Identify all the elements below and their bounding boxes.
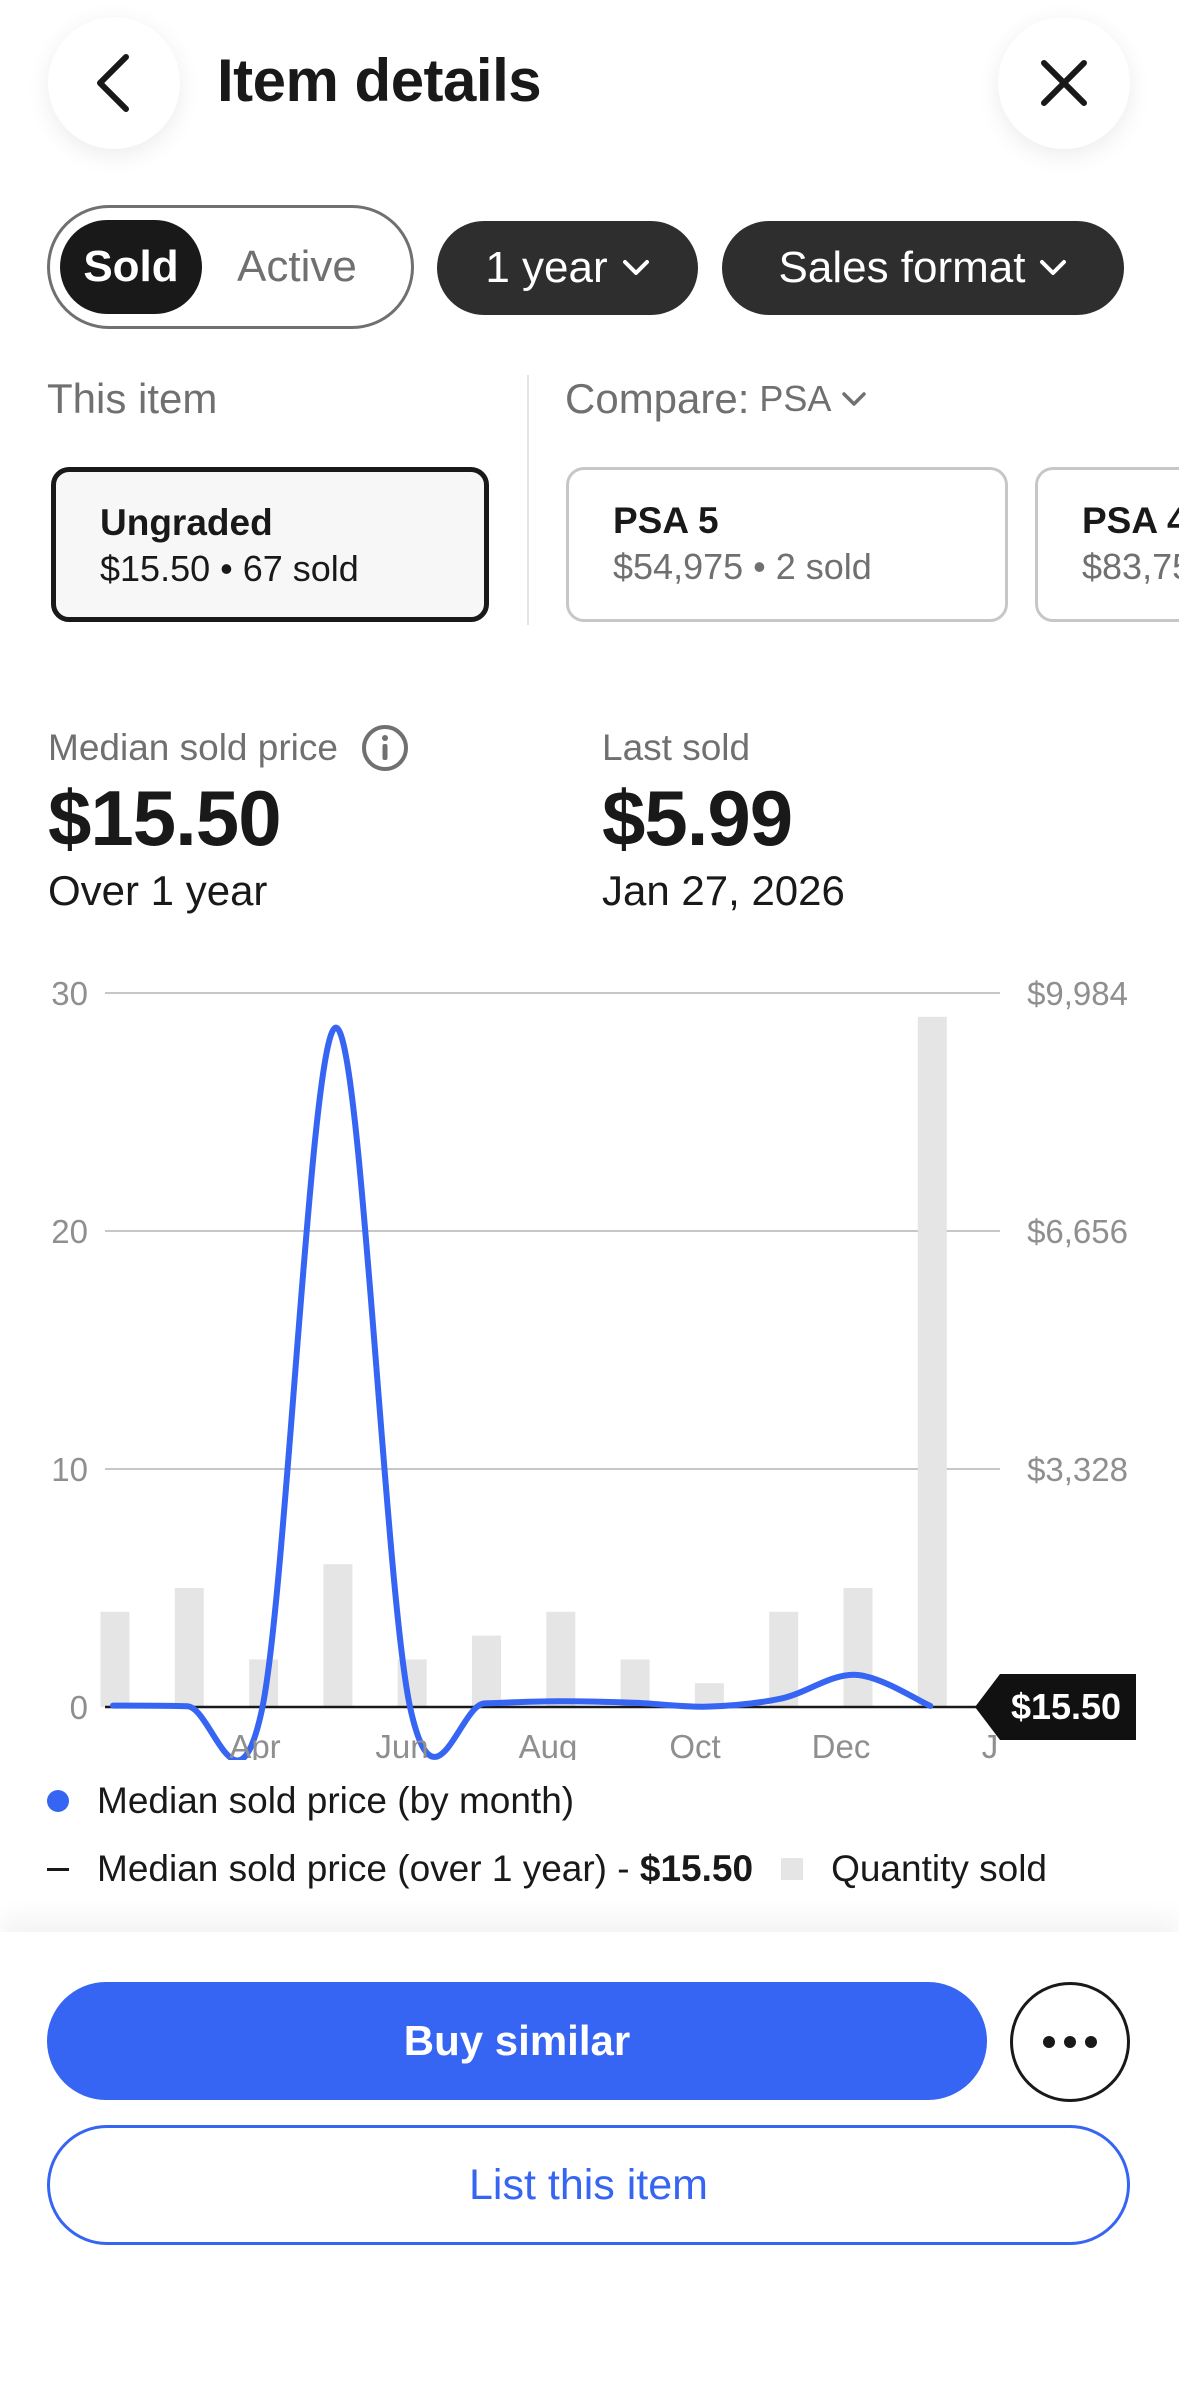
grade-card-psa-4[interactable]: PSA 4 $83,75 (1035, 467, 1179, 622)
median-tag-label: $15.50 (1011, 1686, 1121, 1727)
legend-dash-icon (47, 1867, 69, 1871)
y-tick-label: 0 (70, 1689, 88, 1726)
more-horizontal-icon (1043, 2036, 1097, 2048)
chevron-left-icon (97, 54, 129, 112)
x-tick-label: Apr (229, 1728, 280, 1760)
period-dropdown[interactable]: 1 year (437, 221, 698, 315)
x-tick-label: Dec (812, 1728, 871, 1760)
buy-similar-button[interactable]: Buy similar (47, 1982, 987, 2100)
filter-bar: Sold Active 1 year Sales format (0, 205, 1179, 329)
legend-median-value: $15.50 (639, 1848, 754, 1889)
legend-quantity-label: Quantity sold (831, 1848, 1048, 1889)
action-bar: Buy similar List this item (0, 1932, 1179, 2396)
last-sold-label: Last sold (602, 727, 751, 768)
last-sold-date: Jan 27, 2026 (602, 867, 845, 914)
median-period: Over 1 year (48, 867, 268, 914)
grade-card-psa-5[interactable]: PSA 5 $54,975 • 2 sold (566, 467, 1008, 622)
list-this-item-button[interactable]: List this item (47, 2125, 1130, 2245)
legend-line: Median sold price (by month) (47, 1780, 1167, 1822)
compare-label: Compare: (565, 375, 750, 422)
y-tick-label: 10 (51, 1451, 88, 1488)
bar-quantity (174, 1588, 204, 1707)
close-button[interactable] (998, 17, 1130, 149)
chevron-down-icon (842, 392, 867, 406)
info-icon[interactable] (360, 723, 410, 773)
divider (527, 375, 529, 625)
header: Item details (0, 0, 1179, 170)
median-label: Median sold price (48, 727, 338, 768)
card-subtitle: $15.50 • 67 sold (100, 548, 359, 589)
legend-median-qty: Median sold price (over 1 year) - $15.50… (47, 1848, 1167, 1890)
page-title: Item details (217, 47, 542, 114)
bar-quantity (100, 1611, 130, 1707)
y2-tick-label: $3,328 (1027, 1451, 1128, 1488)
segment-sold[interactable]: Sold (60, 220, 202, 314)
median-stat: Median sold price $15.50 Over 1 year (48, 725, 410, 915)
median-value: $15.50 (48, 774, 282, 862)
back-button[interactable] (48, 17, 180, 149)
more-button[interactable] (1010, 1982, 1130, 2102)
compare-section: This item Compare: PSA Ungraded $15.50 •… (0, 375, 1179, 625)
period-label: 1 year (485, 243, 608, 292)
last-sold-value: $5.99 (602, 774, 793, 862)
bar-quantity (843, 1588, 873, 1707)
legend-dot-icon (47, 1790, 69, 1812)
bar-quantity (323, 1564, 353, 1707)
sales-format-dropdown[interactable]: Sales format (722, 221, 1124, 315)
y-tick-label: 20 (51, 1213, 88, 1250)
card-subtitle: $54,975 • 2 sold (613, 546, 872, 587)
chevron-down-icon (622, 260, 649, 275)
legend-square-icon (781, 1858, 804, 1880)
grade-card-ungraded[interactable]: Ungraded $15.50 • 67 sold (51, 467, 489, 622)
x-tick-label: Oct (669, 1728, 720, 1760)
x-tick-label: Aug (519, 1728, 578, 1760)
sold-active-toggle: Sold Active (47, 205, 414, 329)
line-median-by-month (110, 1024, 934, 1760)
sales-format-label: Sales format (778, 243, 1026, 292)
card-title: PSA 5 (613, 500, 719, 541)
y2-tick-label: $6,656 (1027, 1213, 1128, 1250)
compare-value: PSA (759, 378, 832, 419)
sales-chart[interactable]: 0 10 $3,328 20 $6,656 30 $9,984 Apr Jun Aug Oct Dec… (0, 960, 1179, 1760)
card-subtitle: $83,75 (1082, 546, 1179, 587)
price-stats: Median sold price $15.50 Over 1 year Las… (0, 725, 1179, 925)
card-title: Ungraded (100, 502, 273, 543)
this-item-label: This item (47, 375, 218, 422)
bar-quantity (917, 1016, 947, 1707)
bar-quantity (546, 1611, 576, 1707)
bar-quantity (472, 1635, 501, 1707)
y2-tick-label: $9,984 (1027, 975, 1128, 1012)
close-icon (1041, 60, 1087, 106)
y-tick-label: 30 (51, 975, 88, 1012)
chevron-down-icon (1040, 260, 1067, 275)
last-sold-stat: Last sold $5.99 Jan 27, 2026 (602, 725, 845, 915)
legend-median-label: Median sold price (over 1 year) - (97, 1848, 640, 1889)
segment-active[interactable]: Active (237, 220, 357, 314)
compare-dropdown[interactable]: Compare: PSA (565, 375, 867, 423)
x-tick-label: Jun (375, 1728, 428, 1760)
legend-line-label: Median sold price (by month) (97, 1780, 575, 1821)
card-title: PSA 4 (1082, 500, 1179, 541)
